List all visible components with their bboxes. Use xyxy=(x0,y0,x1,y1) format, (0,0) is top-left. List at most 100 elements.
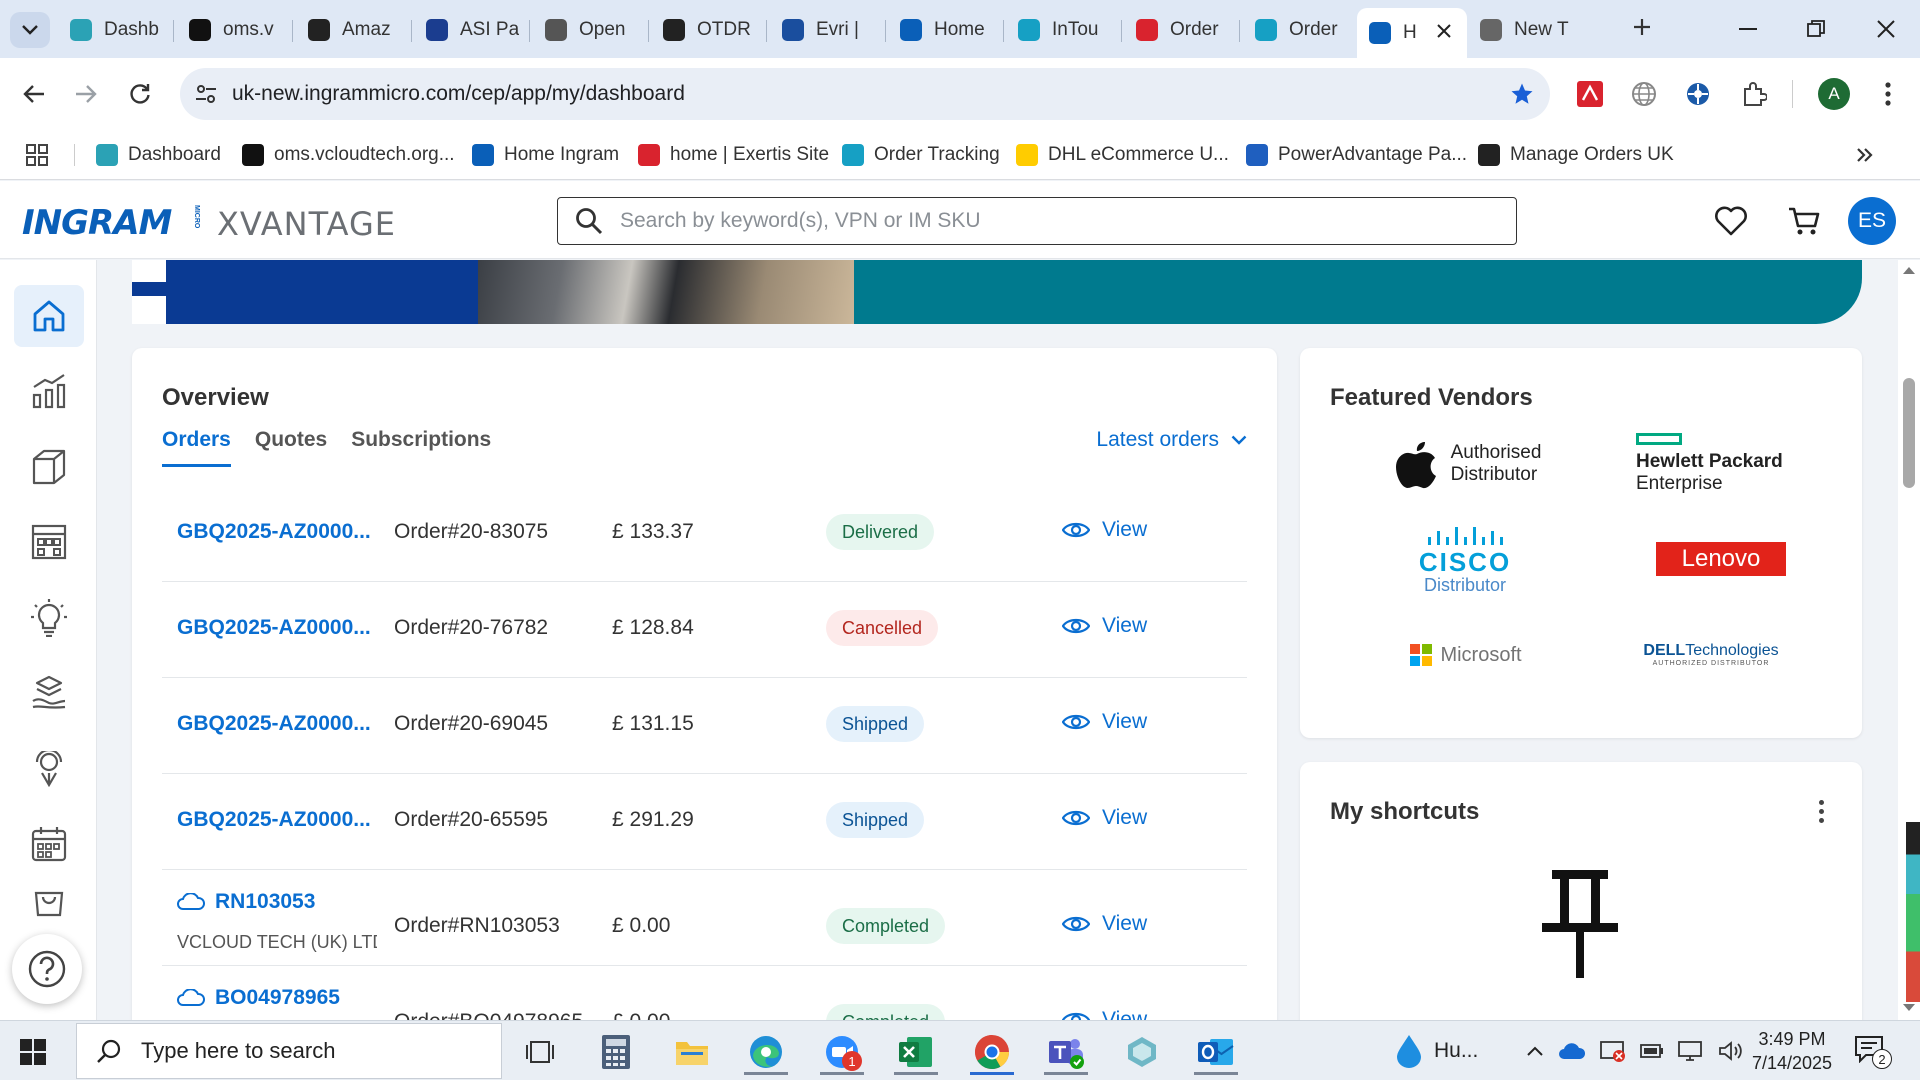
order-reference-link[interactable]: GBQ2025-AZ0000... xyxy=(177,712,371,736)
cart-button[interactable] xyxy=(1784,201,1824,241)
nav-support[interactable] xyxy=(14,738,84,800)
weather-widget[interactable]: Hu... xyxy=(1396,1021,1478,1080)
nav-products[interactable] xyxy=(14,436,84,498)
apps-button[interactable] xyxy=(26,140,48,170)
bookmark-item[interactable]: Home Ingram xyxy=(472,140,619,170)
close-tab-button[interactable] xyxy=(1437,22,1451,44)
view-order-button[interactable]: View xyxy=(1062,710,1147,734)
extensions-button[interactable] xyxy=(1740,80,1768,108)
tab-search-button[interactable] xyxy=(10,12,50,48)
address-bar[interactable]: uk-new.ingrammicro.com/cep/app/my/dashbo… xyxy=(180,68,1550,120)
back-button[interactable] xyxy=(16,76,52,112)
nav-warehouse[interactable] xyxy=(14,511,84,573)
taskbar-edge[interactable] xyxy=(736,1029,796,1075)
taskbar-search[interactable] xyxy=(76,1023,502,1079)
site-info-button[interactable] xyxy=(180,84,232,104)
nav-analytics[interactable] xyxy=(14,360,84,422)
minimize-button[interactable] xyxy=(1720,10,1776,48)
browser-tab[interactable]: Home xyxy=(888,10,1000,50)
product-search-input[interactable] xyxy=(620,209,1516,233)
ingram-logo[interactable]: INGRAM xyxy=(22,203,172,243)
taskbar-zoom[interactable]: 1 xyxy=(812,1029,872,1075)
nav-home[interactable] xyxy=(14,285,84,347)
user-avatar[interactable]: ES xyxy=(1848,197,1896,245)
browser-tab[interactable]: InTou xyxy=(1006,10,1118,50)
task-view-button[interactable] xyxy=(510,1029,570,1075)
browser-tab[interactable]: Evri | xyxy=(770,10,882,50)
browser-tab[interactable]: Order xyxy=(1243,10,1351,50)
bookmark-item[interactable]: oms.vcloudtech.org... xyxy=(242,140,455,170)
bookmark-item[interactable]: Dashboard xyxy=(96,140,221,170)
taskbar-clock[interactable]: 3:49 PM 7/14/2025 xyxy=(1736,1027,1848,1075)
browser-tab[interactable]: oms.v xyxy=(177,10,289,50)
help-button[interactable] xyxy=(12,934,82,1004)
browser-tab[interactable]: Order xyxy=(1124,10,1236,50)
taskbar-search-input[interactable] xyxy=(141,1038,501,1064)
order-reference-link[interactable]: RN103053 xyxy=(177,890,315,914)
forward-button[interactable] xyxy=(68,76,104,112)
vendor-microsoft[interactable]: Microsoft xyxy=(1396,640,1536,670)
notification-center-button[interactable]: 2 xyxy=(1854,1035,1892,1069)
tab-subscriptions[interactable]: Subscriptions xyxy=(351,428,491,467)
tab-orders[interactable]: Orders xyxy=(162,428,231,467)
scrollbar-thumb[interactable] xyxy=(1903,378,1915,488)
shortcuts-menu-button[interactable] xyxy=(1819,800,1824,823)
monitor-icon[interactable] xyxy=(1678,1040,1704,1062)
browser-tab[interactable]: Amaz xyxy=(296,10,408,50)
taskbar-chrome[interactable] xyxy=(962,1029,1022,1075)
taskbar-calculator[interactable] xyxy=(586,1029,646,1075)
nav-calendar[interactable] xyxy=(14,813,84,875)
reload-button[interactable] xyxy=(122,76,158,112)
onedrive-icon[interactable] xyxy=(1558,1042,1586,1060)
browser-tab[interactable]: Dashb xyxy=(58,10,170,50)
bookmark-item[interactable]: PowerAdvantage Pa... xyxy=(1246,140,1467,170)
wishlist-button[interactable] xyxy=(1711,201,1751,241)
bookmark-item[interactable]: Manage Orders UK xyxy=(1478,140,1674,170)
scroll-down-arrow-icon[interactable] xyxy=(1903,1004,1915,1012)
browser-tab[interactable]: H xyxy=(1357,8,1467,58)
order-reference-link[interactable]: GBQ2025-AZ0000... xyxy=(177,520,371,544)
vendor-cisco[interactable]: CISCO Distributor xyxy=(1400,524,1530,598)
more-bookmarks-button[interactable] xyxy=(1856,140,1874,170)
taskbar-excel[interactable] xyxy=(886,1029,946,1075)
browser-tab[interactable]: ASI Pa xyxy=(414,10,526,50)
vendor-hpe[interactable]: Hewlett Packard Enterprise xyxy=(1636,432,1786,496)
view-order-button[interactable]: View xyxy=(1062,518,1147,542)
battery-icon[interactable] xyxy=(1640,1042,1664,1060)
view-order-button[interactable]: View xyxy=(1062,806,1147,830)
new-tab-button[interactable] xyxy=(1614,8,1670,46)
latest-orders-dropdown[interactable]: Latest orders xyxy=(1096,428,1247,452)
tab-quotes[interactable]: Quotes xyxy=(255,428,327,467)
view-order-button[interactable]: View xyxy=(1062,614,1147,638)
promo-banner[interactable] xyxy=(132,260,1862,324)
taskbar-file-explorer[interactable] xyxy=(662,1029,722,1075)
tools-extension-button[interactable] xyxy=(1684,80,1712,108)
nav-marketplace[interactable] xyxy=(14,880,84,920)
network-alert-icon[interactable] xyxy=(1600,1039,1626,1063)
vendor-apple[interactable]: Authorised Distributor xyxy=(1378,432,1558,496)
nav-services[interactable] xyxy=(14,662,84,724)
browser-profile-avatar[interactable]: A xyxy=(1818,78,1850,110)
browser-menu-button[interactable] xyxy=(1874,80,1902,108)
taskbar-dashboard-app[interactable] xyxy=(1112,1029,1172,1075)
order-reference-link[interactable]: BO04978965 xyxy=(177,986,340,1010)
browser-tab[interactable]: OTDR xyxy=(651,10,763,50)
restore-button[interactable] xyxy=(1788,10,1844,48)
bookmark-item[interactable]: DHL eCommerce U... xyxy=(1016,140,1229,170)
product-search-box[interactable] xyxy=(557,197,1517,245)
vendor-lenovo[interactable]: Lenovo xyxy=(1656,542,1786,576)
bookmark-item[interactable]: Order Tracking xyxy=(842,140,1000,170)
page-scrollbar[interactable] xyxy=(1898,260,1920,1020)
order-reference-link[interactable]: GBQ2025-AZ0000... xyxy=(177,616,371,640)
vendor-dell[interactable]: DELLTechnologies AUTHORIZED DISTRIBUTOR xyxy=(1636,638,1786,670)
browser-tab[interactable]: Open xyxy=(533,10,645,50)
chevron-up-icon[interactable] xyxy=(1526,1045,1544,1057)
view-order-button[interactable]: View xyxy=(1062,912,1147,936)
globe-extension-button[interactable] xyxy=(1630,80,1658,108)
start-button[interactable] xyxy=(20,1039,46,1070)
taskbar-teams[interactable] xyxy=(1036,1029,1096,1075)
xvantage-logo[interactable]: XVANTAGE xyxy=(217,205,396,243)
pdf-extension-button[interactable] xyxy=(1576,80,1604,108)
bookmark-item[interactable]: home | Exertis Site xyxy=(638,140,829,170)
order-reference-link[interactable]: GBQ2025-AZ0000... xyxy=(177,808,371,832)
